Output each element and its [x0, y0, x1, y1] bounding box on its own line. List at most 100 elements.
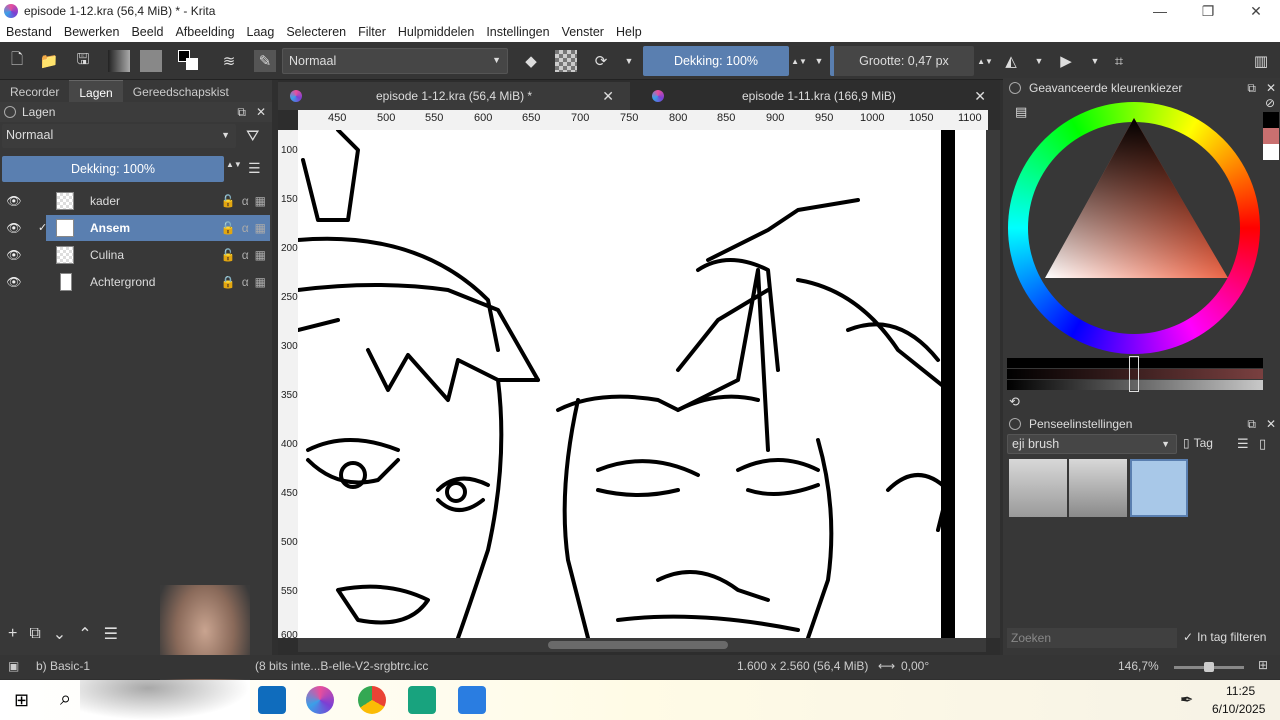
visibility-eye-icon[interactable]: 👁: [6, 275, 22, 289]
lock-icon[interactable]: 🔒: [221, 275, 236, 289]
menu-icon[interactable]: ☰: [1237, 436, 1249, 452]
float-panel-icon[interactable]: ⧉: [237, 105, 246, 120]
chevron-down-icon[interactable]: ▼: [1084, 50, 1106, 72]
layer-row[interactable]: 👁 kader 🔓 α ▦: [0, 188, 270, 214]
eraser-icon[interactable]: ◆: [520, 50, 542, 72]
fg-bg-color-icon[interactable]: [178, 50, 200, 72]
document-tab[interactable]: episode 1-11.kra (166,9 MiB) ✕: [638, 82, 1000, 110]
visibility-eye-icon[interactable]: 👁: [6, 221, 22, 235]
document-tab-active[interactable]: episode 1-12.kra (56,4 MiB) * ✕: [278, 82, 630, 110]
gradient-icon[interactable]: [108, 50, 130, 72]
refresh-icon[interactable]: ⟲: [1009, 394, 1020, 410]
open-folder-icon[interactable]: 📁: [38, 50, 60, 72]
checker-icon[interactable]: ▦: [255, 275, 266, 289]
lock-icon[interactable]: 🔓: [221, 221, 236, 235]
size-stepper-icon[interactable]: ▲▼: [974, 50, 996, 72]
size-slider[interactable]: Grootte: 0,47 px: [830, 46, 974, 76]
close-icon[interactable]: ✕: [1232, 0, 1280, 22]
menu-venster[interactable]: Venster: [562, 25, 604, 39]
alpha-icon[interactable]: α: [242, 275, 249, 289]
photos-icon[interactable]: [458, 686, 486, 714]
menu-help[interactable]: Help: [616, 25, 642, 39]
lock-panel-icon[interactable]: [4, 106, 16, 118]
vertical-scrollbar[interactable]: [986, 130, 1000, 638]
chrome-icon[interactable]: [358, 686, 386, 714]
tab-gereedschapskist[interactable]: Gereedschapskist: [123, 80, 239, 102]
clock-time[interactable]: 11:25: [1226, 684, 1255, 698]
saturation-value-triangle[interactable]: [1043, 118, 1233, 283]
checker-icon[interactable]: ▦: [255, 221, 266, 235]
rotation-value[interactable]: 0,00°: [901, 659, 929, 673]
layer-opacity-stepper-icon[interactable]: ▲▼: [226, 160, 242, 169]
horizontal-scrollbar[interactable]: [298, 638, 986, 652]
tag-button[interactable]: ▯ Tag: [1183, 436, 1213, 450]
zoom-slider[interactable]: [1174, 662, 1244, 672]
menu-instellingen[interactable]: Instellingen: [486, 25, 549, 39]
opacity-slider[interactable]: Dekking: 100%: [643, 46, 789, 76]
visibility-eye-icon[interactable]: 👁: [6, 248, 22, 262]
checker-icon[interactable]: ▦: [255, 248, 266, 262]
close-tab-icon[interactable]: ✕: [602, 88, 614, 105]
panel-toggle-icon[interactable]: ▯: [1259, 436, 1266, 452]
brush-search-input[interactable]: Zoeken: [1007, 628, 1177, 648]
lock-icon[interactable]: 🔓: [221, 248, 236, 262]
restore-icon[interactable]: ❐: [1184, 0, 1232, 22]
menu-beeld[interactable]: Beeld: [131, 25, 163, 39]
fit-view-icon[interactable]: ⊞: [1258, 658, 1268, 672]
layer-blend-mode-select[interactable]: Normaal ▼: [2, 124, 236, 148]
mirror-vertical-icon[interactable]: ▶: [1055, 50, 1077, 72]
color-swatch[interactable]: [1263, 128, 1279, 144]
menu-filter[interactable]: Filter: [358, 25, 386, 39]
float-panel-icon[interactable]: ⧉: [1247, 417, 1256, 432]
layer-row[interactable]: 👁 Achtergrond 🔒 α ▦: [0, 269, 270, 295]
layer-row[interactable]: 👁 ✓ Ansem 🔓 α ▦: [0, 215, 270, 241]
brush-preset-icon[interactable]: ✎: [254, 50, 276, 72]
brush-preset-thumbnail[interactable]: [1069, 459, 1127, 517]
windows-start-icon[interactable]: ⊞: [14, 690, 29, 711]
brush-preset-thumbnail[interactable]: [1009, 459, 1067, 517]
layer-row[interactable]: 👁 Culina 🔓 α ▦: [0, 242, 270, 268]
menu-laag[interactable]: Laag: [247, 25, 275, 39]
brush-settings-icon[interactable]: ≋: [218, 50, 240, 72]
chevron-down-icon[interactable]: ▼: [618, 50, 640, 72]
brush-preset-thumbnail-selected[interactable]: [1130, 459, 1188, 517]
preserve-alpha-icon[interactable]: [555, 50, 577, 72]
menu-bestand[interactable]: Bestand: [6, 25, 52, 39]
new-document-icon[interactable]: 🗋: [6, 50, 28, 72]
lock-panel-icon[interactable]: [1009, 418, 1021, 430]
tab-lagen[interactable]: Lagen: [69, 80, 123, 102]
close-panel-icon[interactable]: ✕: [1266, 81, 1276, 95]
clear-color-icon[interactable]: ⊘: [1265, 96, 1275, 110]
chevron-down-icon[interactable]: ▼: [808, 50, 830, 72]
close-panel-icon[interactable]: ✕: [256, 105, 266, 119]
menu-hulpmiddelen[interactable]: Hulpmiddelen: [398, 25, 474, 39]
color-swatch[interactable]: [1263, 112, 1279, 128]
mirror-horizontal-icon[interactable]: ◭: [1000, 50, 1022, 72]
menu-bewerken[interactable]: Bewerken: [64, 25, 120, 39]
clock-date[interactable]: 6/10/2025: [1212, 702, 1265, 716]
move-up-icon[interactable]: ⌃: [78, 624, 91, 644]
krita-taskbar-icon[interactable]: [306, 686, 334, 714]
alpha-icon[interactable]: α: [242, 221, 249, 235]
float-panel-icon[interactable]: ⧉: [1247, 81, 1256, 96]
color-cursor[interactable]: [1129, 356, 1139, 392]
color-swatch[interactable]: [1263, 144, 1279, 160]
menu-afbeelding[interactable]: Afbeelding: [175, 25, 234, 39]
drawing-canvas[interactable]: [298, 130, 986, 638]
duplicate-layer-icon[interactable]: ⧉: [29, 625, 40, 643]
minimize-icon[interactable]: —: [1136, 0, 1184, 22]
hamburger-menu-icon[interactable]: ☰: [248, 160, 261, 177]
app-icon[interactable]: [408, 686, 436, 714]
alpha-icon[interactable]: α: [242, 194, 249, 208]
save-icon[interactable]: 🖫: [72, 50, 94, 72]
layer-opacity-slider[interactable]: Dekking: 100%: [2, 156, 224, 182]
search-icon[interactable]: ⌕: [60, 688, 71, 711]
crop-icon[interactable]: ⌗: [1108, 50, 1130, 72]
menu-selecteren[interactable]: Selecteren: [286, 25, 346, 39]
color-settings-icon[interactable]: ▤: [1015, 104, 1027, 120]
filter-in-tag-checkbox[interactable]: ✓ In tag filteren: [1183, 630, 1266, 644]
pen-icon[interactable]: ✒: [1180, 690, 1193, 710]
lock-icon[interactable]: 🔓: [221, 194, 236, 208]
blend-mode-select[interactable]: Normaal ▼: [282, 48, 508, 74]
reload-icon[interactable]: ⟳: [590, 50, 612, 72]
